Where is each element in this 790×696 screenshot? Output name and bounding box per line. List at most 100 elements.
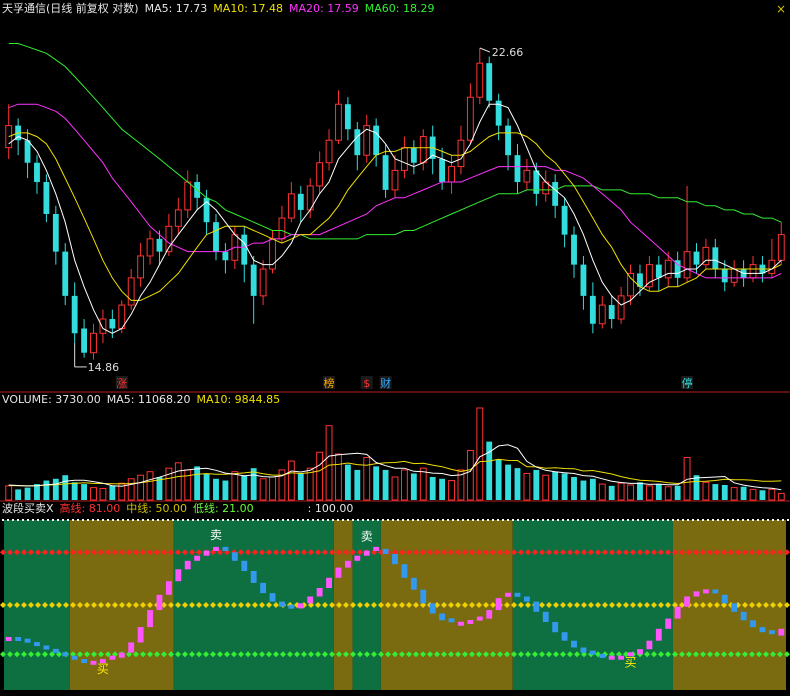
candle-body <box>645 264 653 288</box>
indicator-top-dot <box>77 519 79 521</box>
indicator-top-dot <box>722 519 724 521</box>
ma60-legend: MA60: 18.29 <box>364 2 435 15</box>
oscillator-step <box>354 555 361 561</box>
volume-bar <box>401 469 408 501</box>
candle-body <box>448 166 455 183</box>
candle-body <box>608 305 615 320</box>
indicator-top-dot <box>237 519 239 521</box>
high-price-label: 22.66 <box>492 46 524 59</box>
high-marker-leader <box>479 47 490 53</box>
volume-bar <box>344 464 351 500</box>
indicator-top-dot <box>432 519 434 521</box>
indicator-top-dot <box>397 519 399 521</box>
indicator-top-dot <box>162 519 164 521</box>
volume-bar <box>373 466 380 500</box>
indicator-top-dot <box>232 519 234 521</box>
indicator-top-dot <box>142 519 144 521</box>
indicator-top-dot <box>192 519 194 521</box>
candle-body <box>250 264 257 296</box>
candle-body <box>99 318 107 334</box>
indicator-top-dot <box>572 519 574 521</box>
indicator-top-dot <box>307 519 309 521</box>
volume-bar <box>495 459 502 500</box>
volume-bar <box>419 467 427 501</box>
chart-canvas: 22.6614.86涨榜 $ 财停卖 卖买买 <box>0 43 790 690</box>
indicator-top-dot <box>462 519 464 521</box>
candle-body <box>655 264 662 278</box>
oscillator-step <box>514 592 521 597</box>
volume-bar <box>476 407 484 501</box>
candle-body <box>71 295 78 334</box>
candle-body <box>693 251 700 265</box>
candle-body <box>712 247 719 270</box>
volume-bar <box>664 486 672 501</box>
oscillator-step <box>15 637 22 641</box>
oscillator-step <box>90 660 97 665</box>
sell-signal-label: 卖 <box>361 530 373 544</box>
volume-bar <box>52 478 59 500</box>
indicator-top-dot <box>27 519 29 521</box>
indicator-top-dot <box>682 519 684 521</box>
indicator-top-dot <box>387 519 389 521</box>
indicator-top-dot <box>47 519 49 521</box>
volume-bar <box>514 468 521 500</box>
volume-bar <box>174 462 182 501</box>
oscillator-step <box>778 628 785 636</box>
indicator-top-dot <box>87 519 89 521</box>
close-icon[interactable]: × <box>776 2 786 16</box>
volume-bar <box>99 488 107 501</box>
candle-body <box>457 139 465 168</box>
volume-bar <box>382 469 389 500</box>
indicator-top-dot <box>122 519 124 521</box>
volume-legend: VOLUME: 3730.00 <box>2 393 101 406</box>
indicator-top-dot <box>497 519 499 521</box>
volume-bar <box>354 469 361 500</box>
candle-body <box>213 222 219 252</box>
volume-bar <box>222 480 229 500</box>
indicator-top-dot <box>197 519 199 521</box>
candle-body <box>137 255 145 279</box>
oscillator-step <box>476 616 483 621</box>
oscillator-step <box>250 571 257 583</box>
volume-bar <box>165 467 173 501</box>
candle-body <box>52 213 59 252</box>
indicator-top-dot <box>567 519 569 521</box>
indicator-top-dot <box>292 519 294 521</box>
indicator-top-dot <box>442 519 444 521</box>
indicator-top-dot <box>782 519 784 521</box>
oscillator-step <box>674 606 681 619</box>
indicator-top-dot <box>302 519 304 521</box>
indicator-top-dot <box>407 519 409 521</box>
indicator-top-dot <box>347 519 349 521</box>
stock-chart: 22.66 14.86 涨榜 $ 财停卖卖买买 天孚通信(日线 前复权 对数) MA5: … <box>0 0 790 693</box>
indicator-top-dot <box>352 519 354 521</box>
indicator-top-dot <box>487 519 489 521</box>
oscillator-step <box>599 654 606 658</box>
oscillator-step <box>712 589 719 594</box>
indicator-top-dot <box>262 519 264 521</box>
indicator-top-dot <box>437 519 439 521</box>
oscillator-step <box>392 554 398 565</box>
volume-bar <box>505 464 511 500</box>
indicator-top-dot <box>757 519 759 521</box>
indicator-top-dot <box>422 519 424 521</box>
stock-title[interactable]: 天孚通信(日线 前复权 对数) <box>2 2 139 15</box>
ma10-legend: MA10: 17.48 <box>213 2 284 15</box>
indicator-top-dot <box>297 519 299 521</box>
oscillator-step <box>618 655 625 660</box>
volume-bar <box>184 469 192 501</box>
oscillator-step <box>759 627 766 633</box>
indicator-top-dot <box>697 519 699 521</box>
candle-body <box>466 96 474 141</box>
low-line-legend: 低线: 21.00 <box>192 502 254 515</box>
candle-body <box>287 193 295 219</box>
volume-bar <box>34 484 40 500</box>
oscillator-step <box>589 650 596 655</box>
volume-bar <box>466 449 474 501</box>
volume-bar <box>203 473 210 500</box>
candle-body <box>325 139 333 164</box>
candle-body <box>5 125 13 149</box>
oscillator-step <box>655 628 662 641</box>
oscillator-step <box>580 647 587 653</box>
indicator-top-dot <box>182 519 184 521</box>
